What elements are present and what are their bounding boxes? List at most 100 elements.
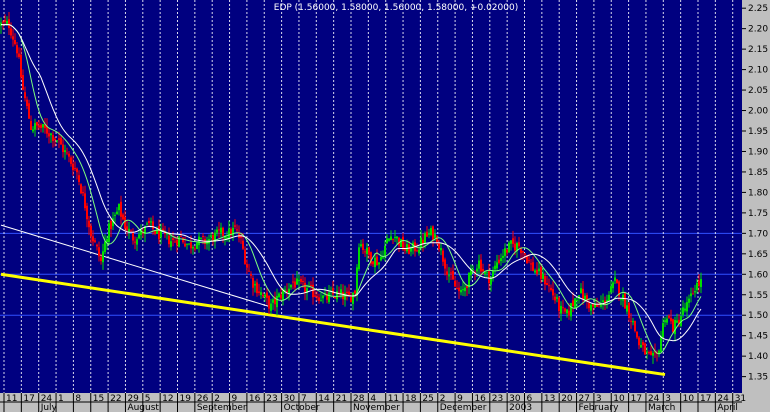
- candle-body: [652, 352, 654, 356]
- candle-body: [130, 230, 132, 232]
- candle-body: [252, 278, 254, 288]
- candle-body: [334, 296, 336, 298]
- candle-body: [40, 124, 42, 129]
- candle-body: [296, 278, 298, 285]
- candle-body: [668, 315, 670, 318]
- candle-body: [80, 184, 82, 194]
- candle-body: [494, 265, 496, 270]
- candle-body: [532, 262, 534, 271]
- candle-body: [564, 308, 566, 312]
- candle-body: [10, 28, 12, 36]
- candle-body: [328, 292, 330, 303]
- candle-body: [38, 125, 40, 128]
- candle-body: [506, 249, 508, 253]
- candle-body: [450, 272, 452, 274]
- candle-body: [488, 271, 490, 284]
- candle-body: [6, 20, 8, 24]
- candle-body: [84, 193, 86, 209]
- candle-body: [158, 226, 160, 240]
- candle-body: [622, 294, 624, 301]
- candle-body: [234, 225, 236, 227]
- candle-body: [92, 236, 94, 242]
- candle-body: [484, 272, 486, 275]
- candle-body: [476, 268, 478, 272]
- candle-body: [82, 191, 84, 194]
- candle-body: [434, 234, 436, 238]
- candle-body: [354, 290, 356, 294]
- candle-body: [58, 138, 60, 140]
- candle-body: [366, 247, 368, 255]
- candle-body: [386, 238, 388, 244]
- y-tick-label: 1.55: [748, 291, 768, 301]
- candle-body: [670, 317, 672, 322]
- candle-body: [68, 153, 70, 157]
- month-label: September: [197, 403, 247, 412]
- candle-body: [620, 298, 622, 300]
- candle-body: [190, 242, 192, 249]
- candle-body: [120, 201, 122, 217]
- candle-body: [64, 150, 66, 153]
- candle-body: [528, 260, 530, 262]
- candle-body: [632, 321, 634, 323]
- candle-body: [676, 320, 678, 323]
- candle-body: [454, 280, 456, 287]
- candle-body: [562, 307, 564, 309]
- y-tick-label: 2.25: [748, 4, 768, 14]
- candle-body: [42, 123, 44, 128]
- candle-body: [418, 249, 420, 254]
- candle-body: [28, 103, 30, 119]
- candle-body: [660, 336, 662, 352]
- candle-body: [390, 236, 392, 241]
- candle-body: [648, 351, 650, 354]
- candle-body: [696, 283, 698, 291]
- candle-body: [336, 291, 338, 300]
- candle-body: [138, 234, 140, 239]
- candle-body: [502, 255, 504, 258]
- month-label: July: [40, 403, 58, 412]
- candle-body: [572, 300, 574, 306]
- candle-body: [378, 262, 380, 265]
- candle-body: [196, 242, 198, 249]
- candle-body: [362, 243, 364, 251]
- candle-body: [182, 237, 184, 243]
- candle-body: [118, 203, 120, 211]
- candle-body: [596, 304, 598, 307]
- y-tick-label: 1.65: [748, 250, 768, 260]
- candle-body: [260, 292, 262, 295]
- candle-body: [116, 211, 118, 215]
- candle-body: [698, 280, 700, 286]
- candle-body: [278, 293, 280, 298]
- candle-body: [490, 278, 492, 285]
- candle-body: [544, 276, 546, 285]
- candle-body: [360, 244, 362, 247]
- candle-body: [12, 36, 14, 40]
- candle-body: [408, 244, 410, 255]
- chart-window: 2.25 2.20 2.15 2.10 2.05 2.00 1.95 1.90 1.85 1.80…: [0, 0, 770, 412]
- candle-body: [616, 279, 618, 284]
- candle-body: [364, 251, 366, 253]
- candle-body: [566, 309, 568, 314]
- candle-body: [8, 19, 10, 29]
- candle-body: [24, 92, 26, 99]
- candle-body: [546, 283, 548, 286]
- candle-body: [174, 241, 176, 243]
- candle-body: [268, 295, 270, 309]
- candle-body: [292, 281, 294, 283]
- candle-body: [218, 229, 220, 231]
- y-tick-label: 1.70: [748, 229, 768, 239]
- candle-body: [262, 295, 264, 297]
- candle-body: [534, 270, 536, 273]
- candle-body: [580, 288, 582, 294]
- candle-body: [188, 243, 190, 245]
- candle-body: [248, 270, 250, 272]
- candle-body: [392, 239, 394, 241]
- candle-body: [376, 256, 378, 266]
- candle-body: [74, 168, 76, 170]
- month-label: November: [353, 403, 400, 412]
- candle-body: [66, 152, 68, 154]
- candle-body: [62, 144, 64, 153]
- candle-body: [150, 221, 152, 223]
- candle-body: [420, 237, 422, 248]
- candle-body: [460, 289, 462, 293]
- y-tick-label: 1.35: [748, 373, 768, 383]
